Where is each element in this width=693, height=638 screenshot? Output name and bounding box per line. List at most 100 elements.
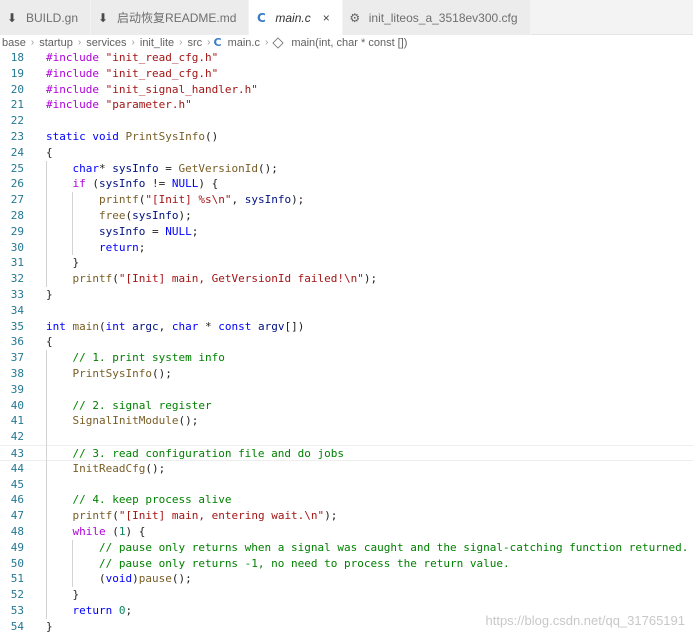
tab-label: 启动恢复README.md [117, 11, 237, 25]
c-file-icon: C [256, 10, 266, 25]
line-number: 47 [10, 509, 24, 523]
tab-build-gn[interactable]: ⬇ BUILD.gn [0, 0, 92, 35]
line-number: 28 [10, 209, 24, 222]
line-number: 43 [10, 447, 24, 460]
line-number: 41 [10, 414, 24, 428]
code-text: // 1. print system info [72, 351, 225, 365]
download-arrow-icon: ⬇ [6, 10, 18, 25]
code-line[interactable]: 30 return; [0, 240, 693, 256]
code-line[interactable]: 18 #include "init_read_cfg.h" [0, 50, 693, 66]
code-line[interactable]: 21 #include "parameter.h" [0, 97, 693, 113]
chevron-right-icon: › [131, 37, 135, 48]
line-number: 36 [10, 335, 24, 349]
code-text: while (1) { [72, 525, 146, 538]
line-number: 27 [10, 193, 24, 207]
code-line[interactable]: 46 // 4. keep process alive [0, 492, 693, 508]
code-line[interactable]: 22 [0, 113, 693, 129]
code-line[interactable]: 37 // 1. print system info [0, 350, 693, 366]
code-line[interactable]: 20 #include "init_signal_handler.h" [0, 82, 693, 98]
chevron-right-icon: › [264, 37, 269, 48]
code-line[interactable]: 42 [0, 429, 693, 445]
code-text: printf("[Init] main, entering wait.\n"); [72, 509, 338, 523]
chevron-right-icon: › [77, 37, 82, 48]
code-text: // pause only returns when a signal was … [98, 540, 689, 554]
code-text: // 4. keep process alive [72, 493, 232, 507]
code-line[interactable]: 50 // pause only returns -1, no need to … [0, 556, 693, 572]
code-line[interactable]: 27 printf("[Init] %s\n", sysInfo); [0, 192, 693, 208]
code-text: if (sysInfo != NULL) { [72, 177, 219, 191]
breadcrumb-item-services[interactable]: services [84, 37, 128, 49]
code-text: } [46, 256, 80, 270]
tab-config-cfg[interactable]: ⚙ init_liteos_a_3518ev300.cfg [342, 0, 531, 35]
code-line[interactable]: 25 char* sysInfo = GetVersionId(); [0, 161, 693, 177]
code-line[interactable]: 34 [0, 303, 693, 319]
line-number: 51 [10, 572, 24, 586]
close-icon[interactable]: × [323, 11, 330, 25]
code-line[interactable]: 51 (void)pause(); [0, 571, 693, 587]
breadcrumb-item-startup[interactable]: startup [37, 37, 75, 49]
line-number: 22 [10, 114, 24, 128]
code-line[interactable]: 43 // 3. read configuration file and do … [0, 445, 693, 461]
code-line[interactable]: 48 while (1) { [0, 524, 693, 540]
chevron-right-icon: › [30, 37, 35, 48]
breadcrumb-item-base[interactable]: base [0, 37, 28, 49]
tab-label: init_liteos_a_3518ev300.cfg [368, 10, 518, 25]
code-text: sysInfo = NULL; [98, 224, 199, 238]
code-text: #include "parameter.h" [46, 98, 192, 112]
code-text: #include "init_read_cfg.h" [46, 51, 219, 64]
code-line[interactable]: 36 { [0, 334, 693, 350]
tab-label: main.c [275, 10, 311, 25]
line-number: 44 [10, 461, 24, 475]
line-number: 31 [10, 256, 24, 270]
code-line[interactable]: 45 [0, 477, 693, 493]
breadcrumb: base › startup › services › init_lite › … [0, 35, 693, 50]
line-number: 20 [10, 82, 24, 96]
code-line[interactable]: 19 #include "init_read_cfg.h" [0, 66, 693, 82]
code-line[interactable]: 52 } [0, 587, 693, 603]
code-line[interactable]: 28 free(sysInfo); [0, 208, 693, 224]
code-line[interactable]: 40 // 2. signal register [0, 398, 693, 414]
code-editor[interactable]: 18 #include "init_read_cfg.h" 19 #include "… [0, 50, 693, 638]
code-line[interactable]: 31 } [0, 255, 693, 271]
breadcrumb-item-init-lite[interactable]: init_lite [138, 37, 176, 49]
code-line[interactable]: 49 // pause only returns when a signal w… [0, 540, 693, 556]
breadcrumb-item-main-c[interactable]: main.c [226, 37, 262, 49]
code-line[interactable]: 24 { [0, 145, 693, 161]
code-text: #include "init_read_cfg.h" [46, 66, 219, 80]
line-number: 46 [10, 493, 24, 507]
line-number: 21 [10, 98, 24, 112]
line-number: 37 [10, 351, 24, 365]
code-text: { [46, 145, 53, 159]
code-line[interactable]: 39 [0, 382, 693, 398]
code-line[interactable]: 32 printf("[Init] main, GetVersionId fai… [0, 271, 693, 287]
tab-readme[interactable]: ⬇ 启动恢复README.md [91, 0, 250, 35]
line-number: 32 [10, 272, 24, 286]
code-line[interactable]: 38 PrintSysInfo(); [0, 366, 693, 382]
indent-guide [46, 350, 47, 619]
tab-label: BUILD.gn [26, 10, 79, 25]
code-line[interactable]: 47 printf("[Init] main, entering wait.\n… [0, 508, 693, 524]
line-number: 18 [10, 51, 24, 64]
code-line[interactable]: 55 [0, 635, 693, 638]
code-line[interactable]: 44 InitReadCfg(); [0, 461, 693, 477]
code-line[interactable]: 29 sysInfo = NULL; [0, 224, 693, 240]
line-number: 50 [10, 556, 24, 570]
tab-main-c[interactable]: C main.c × [249, 0, 343, 35]
chevron-right-icon: › [179, 37, 183, 48]
code-line[interactable]: 41 SignalInitModule(); [0, 413, 693, 429]
line-number: 26 [10, 177, 24, 191]
gear-icon: ⚙ [349, 10, 361, 25]
code-line[interactable]: 33} [0, 287, 693, 303]
code-line[interactable]: 35 int main(int argc, char * const argv[]… [0, 319, 693, 335]
line-number: 29 [10, 224, 24, 238]
chevron-right-icon: › [207, 37, 211, 48]
download-arrow-icon: ⬇ [98, 10, 109, 25]
line-number: 52 [10, 588, 24, 602]
indent-guide [72, 192, 74, 256]
breadcrumb-item-main-function[interactable]: main(int, char * const []) [289, 37, 409, 49]
code-text: // 2. signal register [72, 398, 212, 412]
line-number: 48 [10, 525, 24, 538]
breadcrumb-item-src[interactable]: src [185, 37, 204, 49]
code-line[interactable]: 26 if (sysInfo != NULL) { [0, 176, 693, 192]
code-line[interactable]: 23 static void PrintSysInfo() [0, 129, 693, 145]
